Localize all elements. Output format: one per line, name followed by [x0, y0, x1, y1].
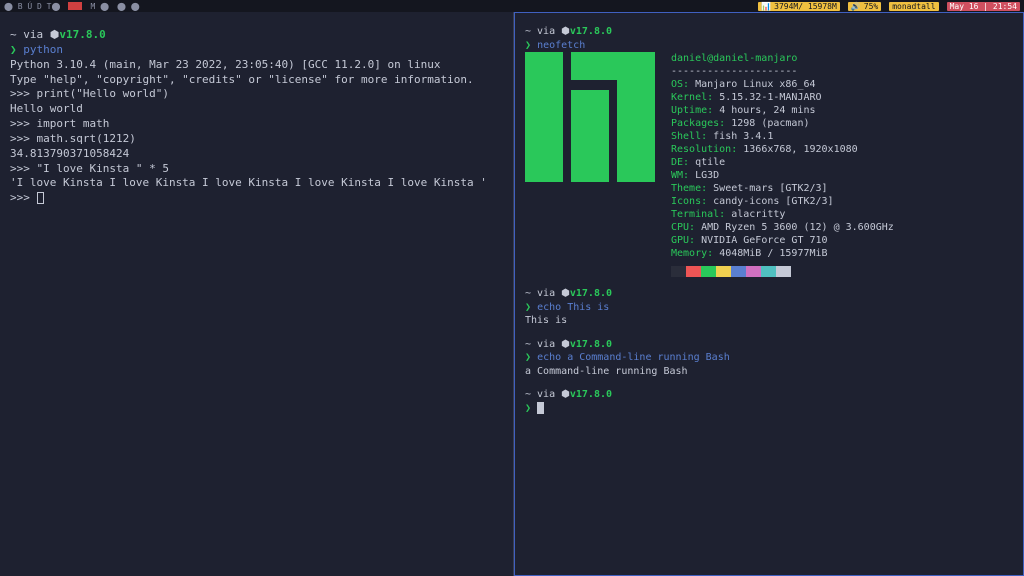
prompt-path: ~ via [10, 28, 43, 41]
node-version: v17.8.0 [570, 26, 612, 37]
prompt-arrow-icon: ❯ [525, 403, 531, 414]
nf-packages: 1298 (pacman) [731, 118, 809, 129]
terminal-left[interactable]: ~ via ⬢v17.8.0 ❯ python Python 3.10.4 (m… [0, 12, 514, 576]
echo-output: a Command-line running Bash [525, 365, 1013, 379]
python-header: Python 3.10.4 (main, Mar 23 2022, 23:05:… [10, 58, 503, 73]
repl-output: Hello world [10, 102, 503, 117]
nf-hostname: daniel@daniel-manjaro [671, 53, 797, 64]
active-workspace-icon [68, 2, 82, 10]
memory-indicator: 📊 3794M/ 15978M [758, 2, 840, 11]
nf-shell: fish 3.4.1 [713, 131, 773, 142]
terminal-right[interactable]: ~ via ⬢v17.8.0 ❯ neofetch daniel@daniel-… [514, 12, 1024, 576]
neofetch-output: daniel@daniel-manjaro ------------------… [525, 52, 1013, 277]
nf-de: qtile [695, 157, 725, 168]
nf-cpu: AMD Ryzen 5 3600 (12) @ 3.600GHz [701, 222, 894, 233]
user-indicator: monadtall [889, 2, 938, 11]
command-neofetch: neofetch [537, 40, 585, 51]
volume-indicator: 🔊 75% [848, 2, 881, 11]
color-palette [671, 266, 894, 277]
prompt-arrow-icon: ❯ [525, 40, 531, 51]
echo-output: This is [525, 314, 1013, 328]
datetime-indicator: May 16 | 21:54 [947, 2, 1020, 11]
nf-resolution: 1366x768, 1920x1080 [743, 144, 857, 155]
repl-line: >>> math.sqrt(1212) [10, 132, 503, 147]
repl-prompt: >>> [10, 191, 37, 204]
top-bar: ⬤ B Ú D T⬤ M ⬤ ⬤ ⬤ 📊 3794M/ 15978M 🔊 75%… [0, 0, 1024, 12]
node-version: v17.8.0 [59, 28, 105, 41]
prompt-arrow-icon: ❯ [525, 302, 531, 313]
nf-gpu: NVIDIA GeForce GT 710 [701, 235, 827, 246]
nf-os: Manjaro Linux x86_64 [695, 79, 815, 90]
nf-kernel: 5.15.32-1-MANJARO [719, 92, 821, 103]
repl-output: 'I love Kinsta I love Kinsta I love Kins… [10, 176, 503, 191]
python-help: Type "help", "copyright", "credits" or "… [10, 73, 503, 88]
nf-theme: Sweet-mars [GTK2/3] [713, 183, 827, 194]
repl-line: >>> "I love Kinsta " * 5 [10, 162, 503, 177]
cursor-icon [37, 192, 44, 204]
nf-separator: --------------------- [671, 65, 894, 78]
workspace-indicator[interactable]: ⬤ B Ú D T⬤ M ⬤ ⬤ ⬤ [4, 2, 140, 11]
cursor-icon [537, 402, 544, 414]
nf-memory: 4048MiB / 15977MiB [719, 248, 827, 259]
nf-wm: LG3D [695, 170, 719, 181]
repl-line: >>> print("Hello world") [10, 87, 503, 102]
prompt-path: ~ via [525, 26, 555, 37]
command-echo: echo [537, 352, 561, 363]
nf-icons: candy-icons [GTK2/3] [713, 196, 833, 207]
manjaro-logo-icon [525, 52, 655, 182]
command-echo: echo [537, 302, 561, 313]
prompt-arrow-icon: ❯ [10, 43, 17, 56]
prompt-arrow-icon: ❯ [525, 352, 531, 363]
repl-line: >>> import math [10, 117, 503, 132]
nf-terminal: alacritty [731, 209, 785, 220]
repl-output: 34.813790371058424 [10, 147, 503, 162]
tiled-layout: ~ via ⬢v17.8.0 ❯ python Python 3.10.4 (m… [0, 12, 1024, 576]
command-python: python [23, 43, 63, 56]
nf-uptime: 4 hours, 24 mins [719, 105, 815, 116]
